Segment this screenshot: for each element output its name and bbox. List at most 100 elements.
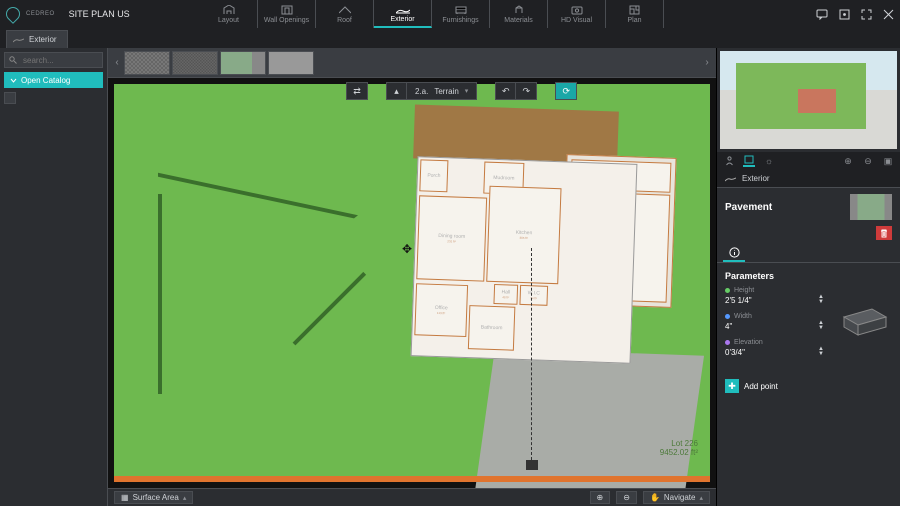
- thumb-4[interactable]: [268, 51, 314, 75]
- thumbs-next[interactable]: ›: [702, 57, 712, 68]
- floorplan[interactable]: Porch Mudroom Dining room 231 ft² Kitche…: [411, 156, 638, 364]
- comments-icon[interactable]: [816, 8, 828, 20]
- terrain-point-marker[interactable]: [526, 460, 538, 470]
- driveway[interactable]: [474, 348, 704, 488]
- width-value[interactable]: 4": [725, 322, 814, 331]
- materials-icon: [514, 5, 524, 16]
- inspector-breadcrumb: Exterior: [717, 170, 900, 188]
- nav-furnishings[interactable]: Furnishings: [432, 0, 490, 28]
- undo-button[interactable]: ↶: [496, 83, 516, 99]
- thumbs-prev[interactable]: ‹: [112, 57, 122, 68]
- height-value[interactable]: 2'5 1/4": [725, 296, 814, 305]
- thumb-2[interactable]: [172, 51, 218, 75]
- top-bar: CEDREO SITE PLAN US Layout Wall Openings…: [0, 0, 900, 28]
- elevation-stepper[interactable]: ▲▼: [818, 347, 828, 357]
- right-panel: ☼ ⊕ ⊖ ▣ Exterior Pavement: [716, 48, 900, 506]
- brand: CEDREO SITE PLAN US: [6, 7, 130, 21]
- sun-icon[interactable]: ☼: [763, 155, 775, 167]
- top-nav: Layout Wall Openings Roof Exterior Furni…: [200, 0, 664, 28]
- hd-visual-icon: [571, 5, 583, 16]
- plan-icon: [629, 5, 640, 16]
- camera-icon[interactable]: ▣: [882, 155, 894, 167]
- doc-tab-label: Exterior: [29, 35, 57, 44]
- zoom-in-icon[interactable]: ⊕: [842, 155, 854, 167]
- left-panel: Open Catalog: [0, 48, 108, 506]
- zoom-out-icon[interactable]: ⊖: [862, 155, 874, 167]
- shape-3d-preview: [836, 287, 892, 365]
- search-box[interactable]: [4, 52, 103, 68]
- top-right-controls: [816, 8, 894, 20]
- add-point-button[interactable]: ✚ Add point: [725, 379, 892, 393]
- terrain-edge-2: [158, 194, 162, 394]
- canvas-viewport[interactable]: Entry Garage 625 ft² Porch Mudroom: [108, 78, 716, 488]
- nav-exterior[interactable]: Exterior: [374, 0, 432, 28]
- terrain-edge-3: [293, 272, 367, 346]
- doc-tab-exterior[interactable]: Exterior: [6, 30, 68, 48]
- nav-wall-openings[interactable]: Wall Openings: [258, 0, 316, 28]
- close-icon[interactable]: [882, 8, 894, 20]
- zoom-out-button[interactable]: ⊖: [616, 491, 637, 504]
- left-tab-1[interactable]: [4, 92, 16, 104]
- furnishings-icon: [455, 5, 467, 16]
- center-area: ‹ › ⇄ ▴ 2.a. Terrain ▾ ↶ ↷: [108, 48, 716, 506]
- inspector-title: Pavement: [725, 202, 772, 213]
- redo-button[interactable]: ↷: [516, 83, 536, 99]
- height-stepper[interactable]: ▲▼: [818, 295, 828, 305]
- surface-area-button[interactable]: ▦ Surface Area ▴: [114, 491, 193, 504]
- hand-icon: ✋: [650, 493, 660, 502]
- add-point-icon: ✚: [725, 379, 739, 393]
- material-thumbnails: ‹ ›: [108, 48, 716, 78]
- zoom-in-icon: ⊕: [597, 493, 604, 502]
- nav-materials[interactable]: Materials: [490, 0, 548, 28]
- fullscreen-icon[interactable]: [860, 8, 872, 20]
- layout-icon: [223, 5, 235, 16]
- move-cursor-icon: [400, 242, 414, 256]
- nav-plan[interactable]: Plan: [606, 0, 664, 28]
- preview-house-icon: [798, 89, 836, 113]
- inspector-tabs: [717, 244, 900, 263]
- preview-3d[interactable]: [720, 51, 897, 149]
- wall-openings-icon: [281, 5, 293, 16]
- nav-roof[interactable]: Roof: [316, 0, 374, 28]
- zoom-in-button[interactable]: ⊕: [590, 491, 611, 504]
- delete-button[interactable]: [876, 226, 892, 240]
- zoom-out-icon: ⊖: [623, 493, 630, 502]
- snap-icon[interactable]: [838, 8, 850, 20]
- thumb-3[interactable]: [220, 51, 266, 75]
- person-view-icon[interactable]: [723, 155, 735, 167]
- exterior-crumb-icon: [725, 175, 736, 182]
- nav-layout[interactable]: Layout: [200, 0, 258, 28]
- inspector-title-row: Pavement: [717, 188, 900, 226]
- exterior-small-icon: [13, 36, 24, 43]
- roof-icon: [339, 5, 351, 16]
- elevation-value[interactable]: 0'3/4": [725, 348, 814, 357]
- material-swatch[interactable]: [850, 194, 892, 220]
- main: Open Catalog ‹ › ⇄ ▴ 2.a. Terrain: [0, 48, 900, 506]
- parameters-section: Parameters Height 2'5 1/4" ▲▼ Width 4": [717, 263, 900, 373]
- sync-icon[interactable]: ⟳: [556, 83, 576, 99]
- lot-label: Lot 226 9452.02 ft²: [660, 439, 698, 458]
- tab-info[interactable]: [723, 244, 745, 262]
- status-bar: ▦ Surface Area ▴ ⊕ ⊖ ✋ Navigate ▴: [108, 488, 716, 506]
- expand-up-icon[interactable]: ▴: [387, 83, 407, 99]
- thumb-1[interactable]: [124, 51, 170, 75]
- terrain-canvas[interactable]: Entry Garage 625 ft² Porch Mudroom: [114, 84, 710, 482]
- doc-tab-row: Exterior: [0, 28, 900, 48]
- aerial-view-icon[interactable]: [743, 155, 755, 167]
- brand-logo-icon: [3, 4, 23, 24]
- terrain-edge: [158, 173, 358, 306]
- search-icon: [9, 56, 17, 64]
- grid-icon: ▦: [121, 493, 129, 502]
- swap-icon[interactable]: ⇄: [347, 83, 367, 99]
- canvas-toolbar: ⇄ ▴ 2.a. Terrain ▾ ↶ ↷ ⟳: [346, 82, 577, 100]
- level-select[interactable]: 2.a. Terrain ▾: [407, 83, 476, 99]
- chevron-icon: [10, 77, 17, 84]
- preview-tools: ☼ ⊕ ⊖ ▣: [717, 152, 900, 170]
- width-stepper[interactable]: ▲▼: [818, 321, 828, 331]
- exterior-icon: [396, 4, 410, 15]
- navigate-button[interactable]: ✋ Navigate ▴: [643, 491, 710, 504]
- nav-hd-visual[interactable]: HD Visual: [548, 0, 606, 28]
- open-catalog-button[interactable]: Open Catalog: [4, 72, 103, 88]
- project-title: SITE PLAN US: [69, 9, 130, 19]
- parameters-heading: Parameters: [725, 271, 892, 281]
